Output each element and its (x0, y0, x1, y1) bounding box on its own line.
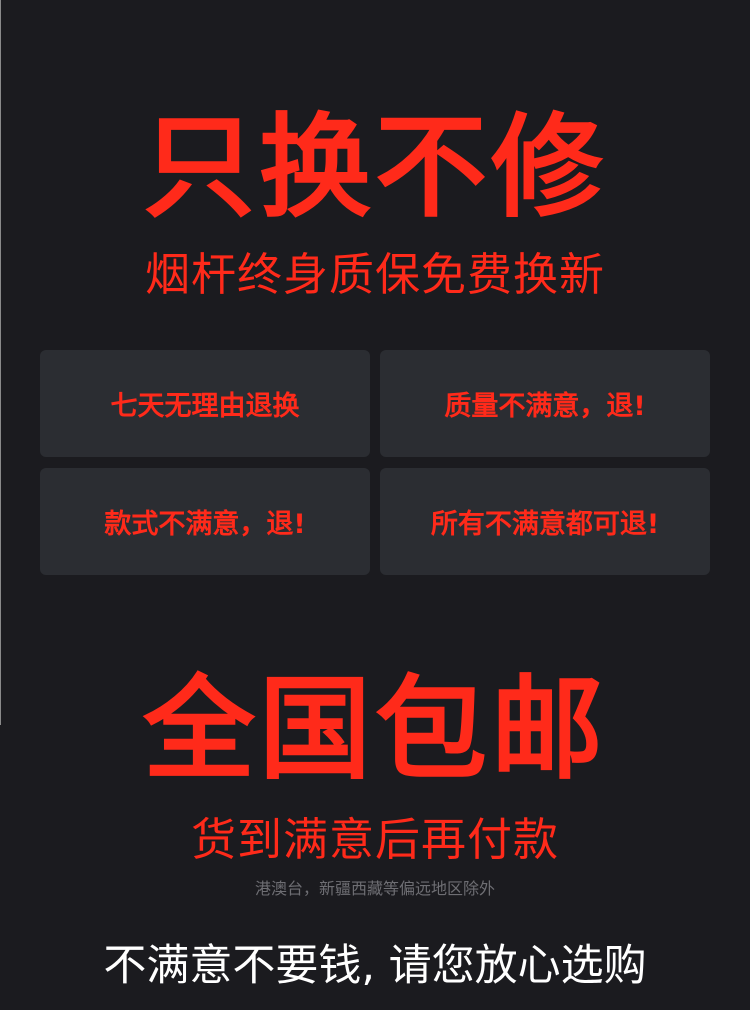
guarantee-card: 款式不满意，退! (40, 468, 370, 575)
guarantee-card: 七天无理由退换 (40, 350, 370, 457)
guarantee-card-label: 款式不满意，退! (104, 509, 306, 540)
subline-lifetime-warranty: 烟杆终身质保免费换新 (144, 248, 605, 301)
bottom-slogan: 不满意不要钱, 请您放心选购 (103, 941, 647, 991)
shipping-exclusion-note: 港澳台，新疆西藏等偏远地区除外 (254, 879, 495, 898)
subline-pay-on-delivery: 货到满意后再付款 (190, 813, 559, 866)
guarantee-card-label: 质量不满意，退! (444, 391, 646, 422)
left-edge-divider (0, 0, 1, 725)
guarantee-card-label: 所有不满意都可退! (430, 509, 660, 540)
headline-replace-not-repair: 只换不修 (143, 103, 607, 233)
guarantee-cards-grid: 七天无理由退换 质量不满意，退! 款式不满意，退! 所有不满意都可退! (40, 350, 710, 575)
promo-page: 只换不修 烟杆终身质保免费换新 七天无理由退换 质量不满意，退! 款式不满意，退… (0, 0, 750, 1010)
headline-free-shipping: 全国包邮 (143, 665, 607, 795)
guarantee-card: 所有不满意都可退! (380, 468, 710, 575)
guarantee-card-label: 七天无理由退换 (110, 391, 300, 422)
guarantee-card: 质量不满意，退! (380, 350, 710, 457)
